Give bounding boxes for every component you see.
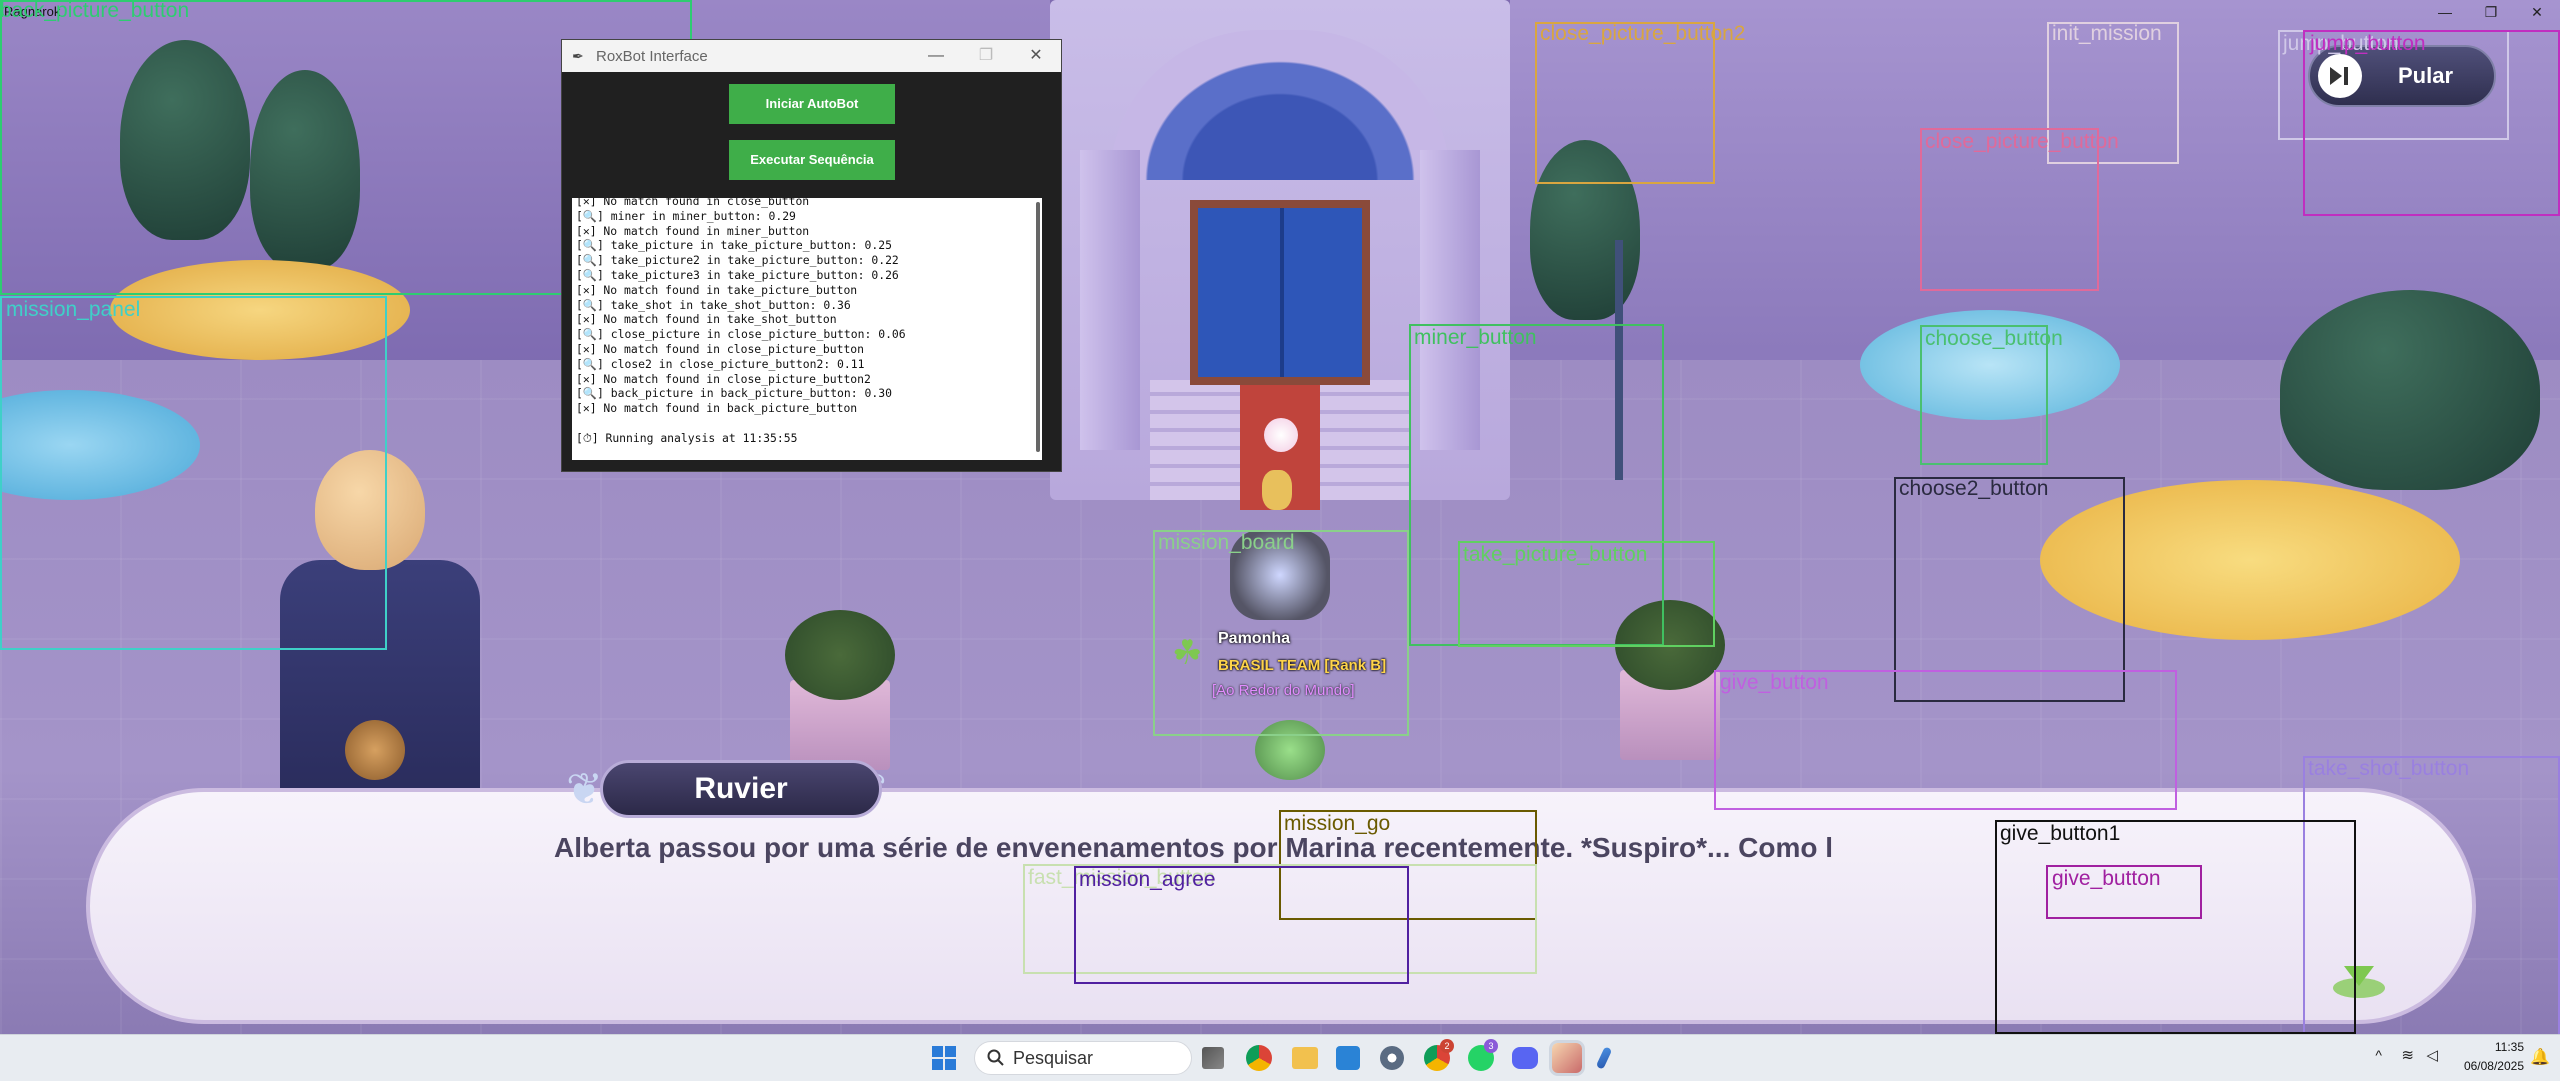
taskbar: Pesquisar 2 3 ^ ≋ ◁ 11:35 06/08/2025 🔔 <box>0 1034 2560 1081</box>
log-line: [✕] No match found in close_picture_butt… <box>576 371 871 386</box>
tree-right-2 <box>2280 290 2540 490</box>
execute-sequence-button[interactable]: Executar Sequência <box>729 140 895 180</box>
feather-icon: ✒ <box>572 48 584 64</box>
wifi-icon[interactable]: ≋ <box>2401 1046 2414 1064</box>
whatsapp-badge: 3 <box>1484 1039 1498 1053</box>
log-scrollbar[interactable] <box>1036 202 1040 452</box>
det-label-take-shot-button: take_shot_button <box>2308 757 2470 780</box>
det-label-choose2-button: choose2_button <box>1899 477 2049 500</box>
det-label-mission-go: mission_go <box>1284 812 1391 835</box>
search-placeholder: Pesquisar <box>1013 1047 1094 1068</box>
det-box-jump-button-b <box>2303 30 2560 216</box>
log-line: [✕] No match found in close_button <box>576 198 810 208</box>
log-line: [✕] No match found in take_shot_button <box>576 312 837 327</box>
settings-gear-icon[interactable] <box>1380 1046 1404 1070</box>
det-label-give-button-b: give_button <box>2052 867 2161 890</box>
log-line: [✕] No match found in take_picture_butto… <box>576 282 858 297</box>
chat-bubble-icon <box>1264 418 1298 452</box>
det-label-close-picture-button2: close_picture_button2 <box>1540 22 1746 45</box>
vscode-icon[interactable] <box>1336 1046 1360 1070</box>
window-controls: — ❐ ✕ <box>2422 0 2560 24</box>
log-line: [✕] No match found in miner_button <box>576 223 810 238</box>
pillar-left <box>1080 150 1140 450</box>
start-autobot-button[interactable]: Iniciar AutoBot <box>729 84 895 124</box>
det-label-init-mission: init_mission <box>2052 22 2162 45</box>
roxbot-maximize-button[interactable]: ❐ <box>961 40 1011 72</box>
maximize-button[interactable]: ❐ <box>2468 0 2514 24</box>
log-output[interactable]: [✕] No match found in close_button [🔍] m… <box>572 198 1042 460</box>
log-line: [✕] No match found in back_picture_butto… <box>576 401 858 416</box>
minimize-button[interactable]: — <box>2422 0 2468 24</box>
log-line: [🔍] close_picture in close_picture_butto… <box>576 327 906 342</box>
det-box-mission-panel <box>0 296 387 650</box>
chrome-icon[interactable] <box>1246 1045 1272 1071</box>
search-icon <box>987 1049 1004 1066</box>
roxbot-close-button[interactable]: ✕ <box>1011 40 1061 72</box>
log-line: [🔍] take_picture in take_picture_button:… <box>576 238 892 253</box>
dialog-text: Alberta passou por uma série de envenena… <box>554 832 1834 863</box>
det-label-take-picture-button: take_picture_button <box>1463 543 1648 566</box>
ragnarok-game-icon[interactable] <box>1552 1043 1582 1073</box>
roxbot-minimize-button[interactable]: — <box>911 40 961 72</box>
plant-left <box>785 610 895 700</box>
det-label-mission-agree: mission_agree <box>1079 868 1216 891</box>
roxbot-window[interactable]: ✒ RoxBot Interface — ❐ ✕ Iniciar AutoBot… <box>561 39 1062 472</box>
det-label-choose-button: choose_button <box>1925 327 2063 350</box>
det-label-mission-board: mission_board <box>1158 531 1295 554</box>
log-line: [🔍] take_picture3 in take_picture_button… <box>576 267 899 282</box>
det-box-choose2-button <box>1894 477 2125 702</box>
volume-icon[interactable]: ◁ <box>2426 1046 2438 1064</box>
det-box-close-picture-button2 <box>1535 22 1715 184</box>
speaker-name: Ruvier <box>600 760 882 818</box>
tray-chevron-icon[interactable]: ^ <box>2375 1047 2382 1063</box>
clock-time[interactable]: 11:35 <box>2495 1040 2524 1054</box>
log-line: [🔍] back_picture in back_picture_button:… <box>576 386 892 401</box>
log-line: [🔍] miner in miner_button: 0.29 <box>576 208 796 223</box>
windows-start-icon[interactable] <box>932 1046 956 1070</box>
player-head <box>1262 470 1292 510</box>
chrome-profile-badge: 2 <box>1440 1039 1454 1053</box>
det-label-close-picture-button: close_picture_button <box>1925 130 2119 153</box>
det-box-give-button1 <box>1995 820 2356 1034</box>
roxbot-titlebar[interactable]: ✒ RoxBot Interface — ❐ ✕ <box>562 40 1061 72</box>
log-line: [🔍] take_shot in take_shot_button: 0.36 <box>576 297 851 312</box>
det-label-mission-panel: mission_panel <box>6 298 141 321</box>
log-line: [⏱] Running analysis at 11:35:55 <box>576 430 798 445</box>
discord-icon[interactable] <box>1512 1047 1538 1069</box>
log-line: [🔍] take_picture2 in take_picture_button… <box>576 253 899 268</box>
palace-door[interactable] <box>1190 200 1370 385</box>
roxbot-feather-icon[interactable] <box>1595 1046 1613 1070</box>
task-view-icon[interactable] <box>1202 1047 1224 1069</box>
det-label-jump-button-b: jump_button <box>2310 32 2426 55</box>
log-line: [🔍] close2 in close_picture_button2: 0.1… <box>576 356 865 371</box>
file-explorer-icon[interactable] <box>1292 1047 1318 1069</box>
det-label-give-button1: give_button1 <box>2000 822 2121 845</box>
notification-bell-icon[interactable]: 🔔 <box>2530 1047 2550 1067</box>
close-button[interactable]: ✕ <box>2514 0 2560 24</box>
roxbot-title: RoxBot Interface <box>596 47 708 65</box>
taskbar-search[interactable]: Pesquisar <box>974 1041 1192 1075</box>
clock-date[interactable]: 06/08/2025 <box>2464 1059 2524 1073</box>
det-box-mission-board <box>1153 530 1409 736</box>
npc-badge <box>345 720 405 780</box>
det-label-miner-button: miner_button <box>1414 326 1537 349</box>
wing-left-icon: ❦ <box>566 765 603 814</box>
det-label-give-button-a: give_button <box>1720 671 1829 694</box>
det-label-back-picture-button: back_picture_button <box>0 0 190 22</box>
log-line: [✕] No match found in close_picture_butt… <box>576 341 865 356</box>
